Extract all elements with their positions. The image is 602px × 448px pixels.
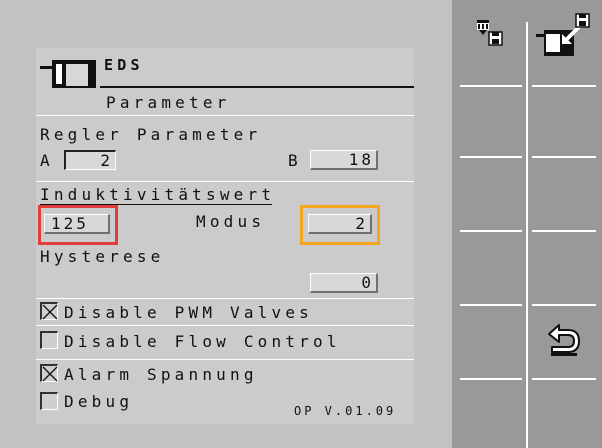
version-text: OP V.01.09 — [294, 404, 397, 418]
checkbox-row-debug[interactable]: Debug — [40, 392, 290, 414]
modus-input[interactable]: 2 — [308, 214, 372, 234]
regler-parameter-label: Regler Parameter — [40, 125, 262, 144]
device-save-icon — [473, 16, 509, 56]
page-title: EDS — [104, 56, 144, 74]
parameter-panel: EDS Parameter Regler Parameter A 2 B 18 … — [36, 48, 414, 424]
softkey-separator — [532, 156, 596, 158]
checkbox-label: Disable PWM Valves — [64, 303, 313, 322]
separator — [36, 115, 414, 116]
softkey-5[interactable] — [455, 236, 601, 292]
checkbox-disable-flow[interactable] — [40, 331, 58, 349]
checkbox-label: Disable Flow Control — [64, 332, 341, 351]
regler-a-input[interactable]: 2 — [64, 150, 116, 170]
title-underline — [100, 86, 414, 88]
softkey-2[interactable] — [530, 12, 600, 68]
softkey-7[interactable] — [455, 384, 601, 440]
induktivitaet-label: Induktivitätswert — [40, 185, 276, 204]
separator — [36, 181, 414, 182]
softkey-separator — [460, 85, 522, 87]
softkey-3[interactable] — [455, 90, 601, 146]
induktivitaet-input[interactable]: 125 — [44, 214, 110, 234]
softkey-separator — [460, 378, 522, 380]
checkbox-label: Debug — [64, 392, 134, 411]
softkey-separator — [532, 230, 596, 232]
eds-device-icon — [40, 56, 98, 94]
regler-b-input[interactable]: 18 — [310, 150, 378, 170]
checkbox-row-disable-flow[interactable]: Disable Flow Control — [40, 331, 410, 353]
back-arrow-icon — [546, 322, 582, 362]
checkbox-label: Alarm Spannung — [64, 365, 258, 384]
regler-b-label: B — [288, 151, 302, 170]
checkbox-disable-pwm[interactable] — [40, 302, 58, 320]
softkey-separator — [532, 304, 596, 306]
softkey-4[interactable] — [455, 162, 601, 218]
checkbox-row-alarm-spannung[interactable]: Alarm Spannung — [40, 364, 410, 386]
softkey-separator — [532, 85, 596, 87]
hysterese-label: Hysterese — [40, 247, 165, 266]
separator — [36, 359, 414, 360]
separator — [36, 298, 414, 299]
terminal-screen: EDS Parameter Regler Parameter A 2 B 18 … — [0, 0, 602, 448]
checkbox-row-disable-pwm[interactable]: Disable PWM Valves — [40, 302, 410, 324]
regler-a-label: A — [40, 151, 54, 170]
checkbox-debug[interactable] — [40, 392, 58, 410]
softkey-separator — [460, 304, 522, 306]
softkey-6[interactable] — [530, 310, 600, 366]
hysterese-input[interactable]: 0 — [310, 273, 378, 293]
export-save-icon — [536, 12, 592, 68]
checkbox-alarm-spannung[interactable] — [40, 364, 58, 382]
page-subtitle: Parameter — [106, 93, 231, 112]
softkey-separator — [460, 230, 522, 232]
separator — [36, 325, 414, 326]
softkey-separator — [532, 378, 596, 380]
softkey-separator — [460, 156, 522, 158]
modus-label: Modus — [196, 212, 266, 231]
